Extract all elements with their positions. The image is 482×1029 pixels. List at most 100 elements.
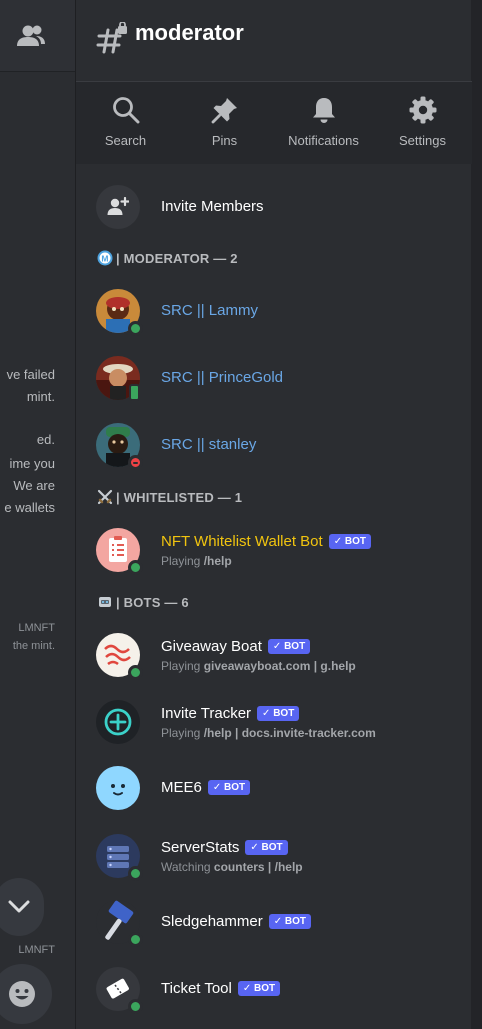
status-online (128, 932, 143, 947)
member-row[interactable]: Invite Tracker ✓ BOT Playing /help | doc… (96, 700, 466, 746)
chat-topbar (0, 0, 75, 72)
emoji-icon (9, 981, 35, 1007)
member-row[interactable]: SRC || Lammy (96, 289, 466, 336)
member-row[interactable]: Sledgehammer ✓ BOT (96, 900, 466, 947)
channel-header: moderator (76, 0, 472, 82)
chat-text-fragment: We are (13, 478, 55, 493)
gear-icon (409, 96, 437, 124)
chat-text-fragment: ve failed (6, 367, 55, 382)
robot-icon (99, 597, 111, 607)
member-name: ServerStats (161, 839, 240, 856)
bot-tag-label: BOT (344, 536, 366, 547)
bot-tag: ✓ BOT (237, 981, 281, 996)
emoji-button[interactable] (0, 964, 52, 1024)
member-name-line: Giveaway Boat ✓ BOT (161, 638, 311, 655)
member-row[interactable]: MEE6 ✓ BOT (96, 766, 466, 812)
svg-text:M: M (101, 253, 108, 263)
chat-footnote: LMNFT (18, 622, 55, 634)
invite-avatar (96, 185, 140, 229)
member-name: Ticket Tool (161, 980, 232, 997)
bot-tag: ✓ BOT (267, 639, 311, 654)
bot-tag: ✓ BOT (328, 534, 371, 549)
section-header-moderator: M | MODERATOR — 2 (97, 250, 238, 266)
member-activity: Playing /help (161, 554, 232, 568)
chat-footnote: the mint. (12, 640, 55, 652)
bell-icon (313, 98, 335, 123)
activity-prefix: Playing (161, 554, 201, 568)
member-row[interactable]: NFT Whitelist Wallet Bot ✓ BOT Playing /… (96, 528, 466, 575)
status-online (128, 560, 143, 575)
member-row[interactable]: SRC || stanley (96, 423, 466, 470)
chat-text-fragment: ed. (36, 432, 55, 447)
member-name-line: MEE6 ✓ BOT (161, 779, 251, 796)
notifications-label: Notifications (288, 133, 359, 148)
member-name: MEE6 (161, 779, 202, 796)
bot-tag-label: BOT (224, 782, 246, 793)
member-row[interactable]: ServerStats ✓ BOT Watching counters | /h… (96, 834, 466, 881)
chat-text-fragment: ime you (9, 456, 55, 471)
member-name: Sledgehammer (161, 913, 263, 930)
notifications-button[interactable]: Notifications (274, 82, 373, 164)
bot-tag-label: BOT (284, 916, 306, 927)
activity-value: /help (203, 554, 232, 568)
status-online (128, 665, 143, 680)
bot-tag-label: BOT (273, 708, 295, 719)
member-name-line: NFT Whitelist Wallet Bot ✓ BOT (161, 533, 371, 550)
channel-drawer: moderator Search Pins Notifications Sett… (75, 0, 472, 1029)
chat-text-fragment: mint. (26, 389, 55, 404)
bot-tag: ✓ BOT (268, 914, 311, 929)
status-dnd (128, 455, 143, 470)
status-online (128, 999, 143, 1014)
status-online (128, 866, 143, 881)
search-button[interactable]: Search (76, 82, 175, 164)
section-label: | WHITELISTED — 1 (116, 490, 243, 505)
bot-tag-label: BOT (261, 842, 283, 853)
member-row[interactable]: SRC || PrinceGold (96, 356, 466, 402)
bot-tag: ✓ BOT (207, 780, 251, 795)
settings-label: Settings (399, 133, 446, 148)
channel-toolbar: Search Pins Notifications Settings (76, 82, 472, 164)
member-row[interactable]: Ticket Tool ✓ BOT (96, 967, 466, 1014)
activity-value: /help | docs.invite-tracker.com (203, 726, 376, 740)
scroll-down-button[interactable] (0, 878, 44, 936)
metro-m-icon: M (97, 250, 113, 266)
member-name-line: Invite Tracker ✓ BOT (161, 705, 300, 722)
section-header-bots: | BOTS — 6 (97, 594, 189, 610)
member-name-line: ServerStats ✓ BOT (161, 839, 288, 856)
section-header-whitelisted: | WHITELISTED — 1 (97, 489, 242, 505)
chat-pane-behind: ve failed mint. ed. ime you We are e wal… (0, 0, 75, 1029)
chat-text-fragment: e wallets (4, 500, 55, 515)
activity-prefix: Watching (161, 860, 211, 874)
avatar (96, 700, 140, 744)
activity-value: giveawayboat.com | g.help (203, 659, 356, 673)
section-label: | BOTS — 6 (116, 595, 189, 610)
add-member-icon (107, 197, 129, 215)
bot-tag-label: BOT (284, 641, 306, 652)
search-label: Search (104, 133, 147, 148)
settings-button[interactable]: Settings (373, 82, 472, 164)
activity-prefix: Playing (161, 726, 201, 740)
bot-tag-label: BOT (254, 983, 276, 994)
member-name-line: Sledgehammer ✓ BOT (161, 913, 311, 930)
invite-members-label: Invite Members (161, 198, 264, 215)
invite-members-button[interactable]: Invite Members (96, 185, 456, 229)
pins-button[interactable]: Pins (175, 82, 274, 164)
crossed-swords-icon (97, 489, 113, 505)
search-icon (113, 97, 140, 124)
member-row[interactable]: Giveaway Boat ✓ BOT Playing giveawayboat… (96, 633, 466, 680)
section-label: | MODERATOR — 2 (116, 251, 238, 266)
bot-tag: ✓ BOT (257, 706, 300, 721)
channel-name: moderator (135, 20, 244, 45)
activity-prefix: Playing (161, 659, 201, 673)
status-mobile (129, 384, 140, 401)
member-name: SRC || PrinceGold (161, 369, 283, 386)
activity-value: counters | /help (213, 860, 303, 874)
avatar (96, 766, 140, 810)
pins-label: Pins (211, 133, 238, 148)
member-name: Giveaway Boat (161, 638, 262, 655)
member-name: NFT Whitelist Wallet Bot (161, 533, 323, 550)
members-icon[interactable] (16, 22, 46, 50)
locked-hash-icon (96, 22, 127, 54)
member-activity: Playing giveawayboat.com | g.help (161, 659, 356, 673)
chat-footnote: LMNFT (18, 944, 55, 956)
